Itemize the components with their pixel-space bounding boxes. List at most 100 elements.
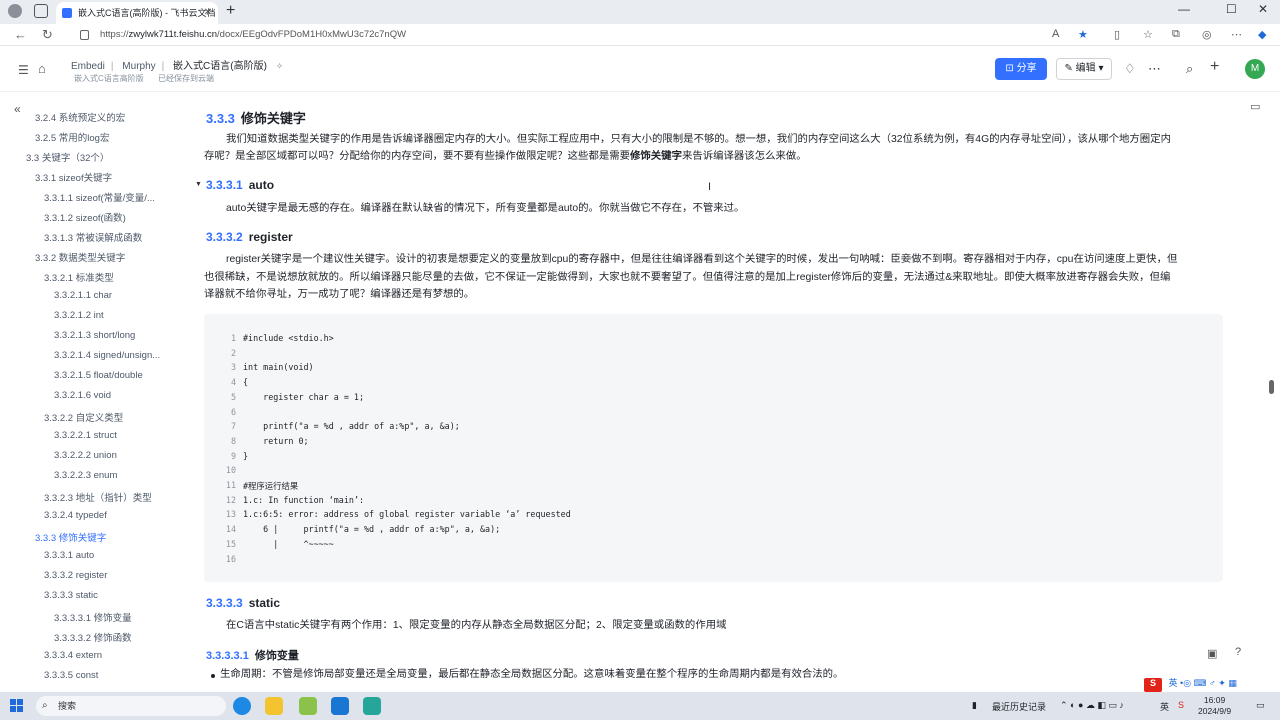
toc-item[interactable]: 3.3.2.1.5 float/double [54, 370, 170, 381]
toc-item[interactable]: 3.2.5 常用的log宏 [35, 130, 170, 144]
toc-item[interactable]: 3.3.2.1.3 short/long [54, 330, 170, 341]
breadcrumb: Embedi | Murphy | 嵌入式C语言(高阶版) ✧ [71, 61, 284, 72]
line-number: 9 [230, 450, 236, 461]
toc-item[interactable]: 3.3.2 数据类型关键字 [35, 250, 170, 264]
toc-item[interactable]: 3.3.1.3 常被误解成函数 [44, 230, 170, 244]
taskbar-search[interactable]: ⌕ 搜索 [36, 696, 226, 716]
lock-icon[interactable] [80, 30, 89, 40]
more-icon[interactable]: ⋯ [1231, 28, 1242, 41]
toc-item[interactable]: 3.3.3 修饰关键字 [35, 530, 170, 544]
bell-icon[interactable]: ♢ [1124, 61, 1136, 77]
toc-item[interactable]: 3.3.2.2 自定义类型 [44, 410, 170, 424]
avatar[interactable]: M [1245, 59, 1265, 79]
code-text: register char a = 1; [243, 391, 365, 402]
line-number: 2 [230, 347, 236, 358]
history-icon[interactable]: ▮ [972, 700, 977, 711]
line-number: 5 [230, 391, 236, 402]
collapse-sidebar-icon[interactable]: « [14, 102, 21, 116]
toc-item[interactable]: 3.3.2.2.3 enum [54, 470, 170, 481]
menu-icon[interactable]: ☰ [18, 63, 29, 77]
home-icon[interactable]: ⌂ [38, 61, 46, 76]
toc-item[interactable]: 3.3.1.2 sizeof(函数) [44, 210, 170, 224]
scrollbar-thumb[interactable] [1269, 380, 1274, 394]
toc-item[interactable]: 3.3.3.5 const [44, 670, 170, 681]
toc-item[interactable]: 3.3.2.2.1 struct [54, 430, 170, 441]
ime-lang[interactable]: 英 [1169, 678, 1178, 688]
app-icon[interactable] [299, 697, 317, 715]
history-label[interactable]: 最近历史记录 [992, 700, 1046, 713]
sogou-icon: S [1144, 678, 1162, 692]
app-icon[interactable] [363, 697, 381, 715]
taskbar: ⌕ 搜索 ▮ 最近历史记录 ⌃ ◐ ● ☁ ◧ ▭ ♪ 英 S 16:09 20… [0, 692, 1280, 720]
add-icon[interactable]: + [1210, 58, 1219, 76]
toc-item[interactable]: 3.3.3.2 register [44, 570, 170, 581]
toc-item[interactable]: 3.2.4 系统预定义的宏 [35, 110, 170, 124]
tab-close-icon[interactable]: ✕ [204, 2, 212, 24]
toc-item[interactable]: 3.3.2.1.4 signed/unsign... [54, 350, 170, 361]
new-tab-icon[interactable]: + [226, 2, 235, 20]
ime-toolbar[interactable]: S 英 •◎ ⌨ ♂ ✦ ▦ [1144, 676, 1237, 692]
collections-icon[interactable]: ⧉ [1172, 28, 1180, 41]
windows-start-icon[interactable] [10, 699, 24, 713]
toc-item[interactable]: 3.3.3.3.2 修饰函数 [54, 630, 170, 644]
clock[interactable]: 16:09 2024/9/9 [1198, 695, 1231, 717]
extensions-icon[interactable]: ◎ [1202, 28, 1212, 41]
toc-item[interactable]: 3.3.2.2.2 union [54, 450, 170, 461]
vscode-icon[interactable] [331, 697, 349, 715]
breadcrumb-item[interactable]: Embedi [71, 61, 105, 72]
line-number: 12 [225, 494, 236, 505]
code-text: 1.c: In function ‘main’: [243, 494, 365, 505]
toc-item[interactable]: 3.3.3.3 static [44, 590, 170, 601]
toc-item[interactable]: 3.3.1.1 sizeof(常量/变量/... [44, 190, 170, 204]
share-button[interactable]: ⊡ 分享 [995, 58, 1047, 80]
pin-icon[interactable]: ✧ [276, 61, 284, 71]
url-field[interactable]: https://zwylwk711t.feishu.cn/docx/EEgOdv… [100, 27, 406, 43]
more-options-icon[interactable]: ⋯ [1148, 61, 1161, 77]
toc-item[interactable]: 3.3.3.4 extern [44, 650, 170, 661]
toc-item[interactable]: 3.3 关键字（32个） [26, 150, 170, 164]
address-bar-row: ← ↻ https://zwylwk711t.feishu.cn/docx/EE… [0, 24, 1280, 46]
toc-item[interactable]: 3.3.3.3.1 修饰变量 [54, 610, 170, 624]
copilot-icon[interactable]: ◆ [1258, 28, 1266, 41]
toc-item[interactable]: 3.3.2.1.1 char [54, 290, 170, 301]
maximize-icon[interactable]: ☐ [1226, 2, 1237, 16]
profile-icon[interactable] [8, 4, 22, 18]
tab-actions-icon[interactable] [34, 4, 48, 18]
window-close-icon[interactable]: ✕ [1258, 2, 1268, 16]
toc-item[interactable]: 3.3.2.4 typedef [44, 510, 170, 521]
search-icon[interactable]: ⌕ [1186, 61, 1193, 77]
toc-item[interactable]: 3.3.1 sizeof关键字 [35, 170, 170, 184]
toc-item[interactable]: 3.3.2.1.2 int [54, 310, 170, 321]
toc-item[interactable]: 3.3.2.3 地址（指针）类型 [44, 490, 170, 504]
ime-tools-icon[interactable]: •◎ ⌨ ♂ ✦ ▦ [1180, 678, 1237, 688]
file-explorer-icon[interactable] [265, 697, 283, 715]
input-lang[interactable]: 英 [1160, 700, 1169, 713]
tray-icons[interactable]: ⌃ ◐ ● ☁ ◧ ▭ ♪ [1060, 700, 1124, 711]
toc-item[interactable]: 3.3.2.1 标准类型 [44, 270, 170, 284]
code-block[interactable]: 1 #include <stdio.h> 2 3 int main(void) 4 {5 r… [204, 314, 1223, 582]
favorites-icon[interactable]: ☆ [1143, 28, 1153, 41]
edge-app-icon[interactable] [233, 697, 251, 715]
toc-item[interactable]: 3.3.3.1 auto [44, 550, 170, 561]
browser-tab[interactable]: 嵌入式C语言(高阶版) - 飞书云文档 ✕ [56, 2, 218, 24]
breadcrumb-item[interactable]: Murphy [122, 61, 155, 72]
help-icon[interactable]: ? [1235, 646, 1241, 658]
lock-icon: ⊡ [1005, 63, 1017, 74]
doc-content: 3.3.3 修饰关键字 我们知道数据类型关键字的作用是告诉编译器圈定内存的大小。但… [180, 92, 1250, 692]
comment-icon[interactable]: ▭ [1250, 100, 1260, 113]
edit-button[interactable]: ✎ 编辑 ▾ [1056, 58, 1112, 80]
toc-item[interactable]: 3.3.2.1.6 void [54, 390, 170, 401]
sogou-tray-icon[interactable]: S [1178, 700, 1184, 710]
bullet-item: 生命周期：不管是修饰局部变量还是全局变量，最后都在静态全局数据区分配。这意味着变… [220, 669, 844, 680]
minimize-icon[interactable]: — [1178, 2, 1190, 16]
favorite-star-icon[interactable]: ★ [1078, 28, 1088, 41]
collapse-triangle-icon[interactable]: ▼ [195, 181, 202, 188]
split-screen-icon[interactable]: ▯ [1114, 28, 1120, 41]
doc-outline-icon[interactable]: ▣ [1207, 647, 1217, 660]
saved-status: 已经保存到云端 [158, 74, 215, 83]
read-aloud-icon[interactable]: A [1052, 28, 1059, 40]
reload-icon[interactable]: ↻ [42, 27, 53, 43]
breadcrumb-current[interactable]: 嵌入式C语言(高阶版) [173, 61, 267, 72]
notification-icon[interactable]: ▭ [1256, 700, 1265, 711]
back-icon[interactable]: ← [14, 27, 27, 42]
